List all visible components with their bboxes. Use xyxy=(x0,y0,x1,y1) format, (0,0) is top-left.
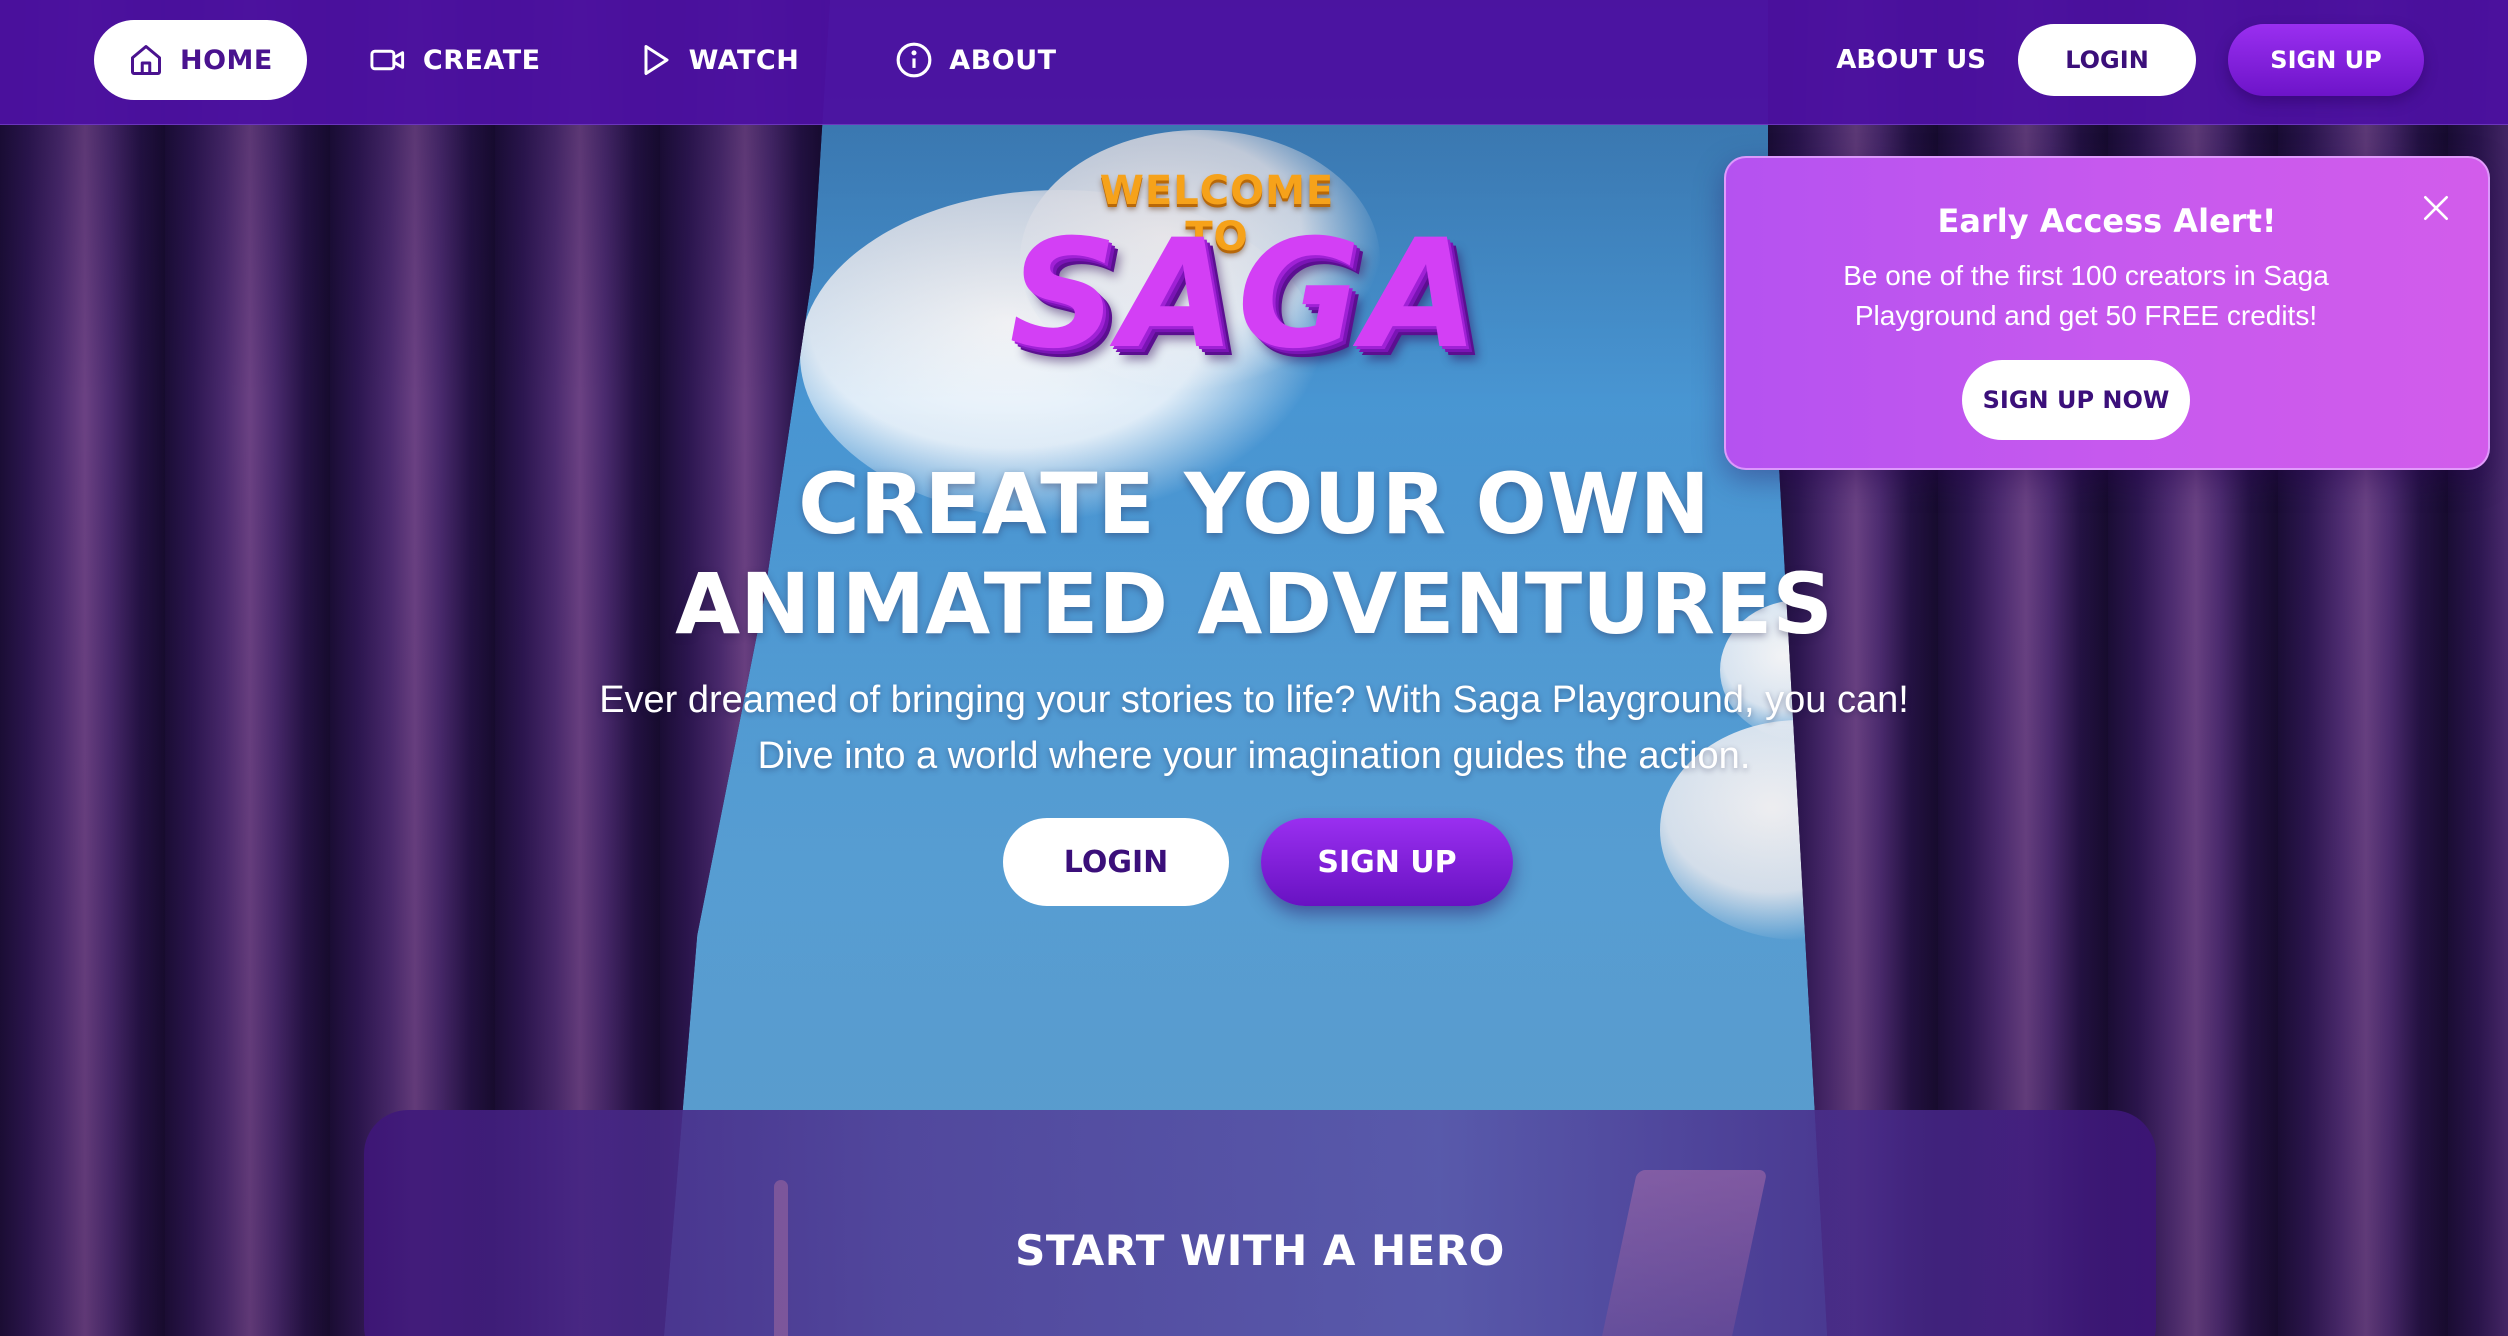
about-us-link[interactable]: ABOUT US xyxy=(1836,45,1986,75)
hero-subtitle: Ever dreamed of bringing your stories to… xyxy=(554,672,1954,784)
saga-logo: SAGA xyxy=(1009,208,1481,382)
nav-item-label: ABOUT xyxy=(949,44,1057,76)
video-camera-icon xyxy=(370,49,404,71)
nav-item-label: WATCH xyxy=(688,44,800,76)
subtitle-line: Dive into a world where your imagination… xyxy=(757,735,1751,777)
nav-item-watch[interactable]: WATCH xyxy=(603,20,834,100)
subtitle-line: Ever dreamed of bringing your stories to… xyxy=(599,679,1909,721)
nav-item-about[interactable]: ABOUT xyxy=(861,20,1090,100)
alert-signup-now-button[interactable]: SIGN UP NOW xyxy=(1962,360,2190,440)
close-icon[interactable] xyxy=(2420,192,2452,224)
page: HOME CREATE WATCH ABOUT ABOUT US LOGIN S… xyxy=(0,0,2508,1336)
early-access-alert: Early Access Alert! Be one of the first … xyxy=(1724,156,2490,470)
hero-headline: CREATE YOUR OWN ANIMATED ADVENTURES xyxy=(654,454,1854,654)
account-nav: ABOUT US LOGIN SIGN UP xyxy=(1836,24,2424,96)
signup-button[interactable]: SIGN UP xyxy=(2228,24,2424,96)
home-icon xyxy=(131,45,161,75)
headline-line: CREATE YOUR OWN xyxy=(798,455,1710,553)
section-title: START WITH A HERO xyxy=(1015,1226,1505,1275)
alert-body: Be one of the first 100 creators in Saga… xyxy=(1843,260,2329,331)
hero-cta-group: LOGIN SIGN UP xyxy=(1003,818,1513,906)
nav-item-create[interactable]: CREATE xyxy=(335,20,575,100)
hero-signup-button[interactable]: SIGN UP xyxy=(1261,818,1513,906)
play-icon xyxy=(644,45,669,75)
info-icon xyxy=(896,42,932,78)
alert-title: Early Access Alert! xyxy=(1937,202,2277,240)
login-button[interactable]: LOGIN xyxy=(2018,24,2196,96)
nav-item-label: HOME xyxy=(180,44,273,76)
top-navigation: HOME CREATE WATCH ABOUT ABOUT US LOGIN S… xyxy=(0,0,2508,125)
hero-login-button[interactable]: LOGIN xyxy=(1003,818,1229,906)
headline-line: ANIMATED ADVENTURES xyxy=(675,555,1833,653)
nav-item-home[interactable]: HOME xyxy=(94,20,307,100)
nav-item-label: CREATE xyxy=(422,44,541,76)
primary-nav: HOME CREATE WATCH ABOUT xyxy=(94,20,1119,100)
hero-section-panel: START WITH A HERO xyxy=(364,1110,2156,1336)
